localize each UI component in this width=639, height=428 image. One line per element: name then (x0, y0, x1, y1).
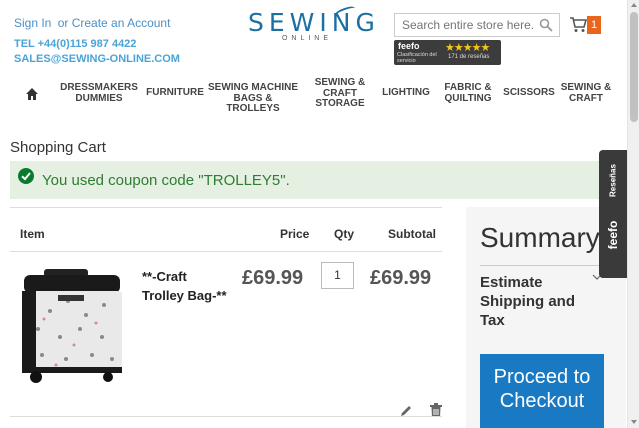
nav-item-scissors[interactable]: SCISSORS (502, 87, 556, 99)
success-message-text: You used coupon code "TROLLEY5". (42, 172, 290, 189)
rating-stars: ★★★★★ (445, 42, 490, 54)
minicart[interactable]: 1 (570, 14, 602, 36)
phone-number[interactable]: TEL +44(0)115 987 4422 (14, 37, 180, 52)
email-address[interactable]: SALES@SEWING-ONLINE.COM (14, 52, 180, 67)
column-header-subtotal: Subtotal (388, 227, 436, 241)
scroll-up-arrow[interactable] (631, 3, 637, 7)
feefo-rating-badge[interactable]: feefo Clasificación del servicio ★★★★★ 1… (394, 40, 501, 65)
sign-in-link[interactable]: Sign In (14, 16, 51, 30)
cart-count-badge: 1 (587, 16, 601, 34)
divider (10, 416, 442, 417)
vertical-scrollbar[interactable] (627, 0, 639, 428)
feefo-service-label: Clasificación del servicio (397, 52, 437, 64)
nav-item-machine-bags-trolleys[interactable]: SEWING MACHINE BAGS & TROLLEYS (206, 82, 300, 115)
nav-item-fabric-quilting[interactable]: FABRIC & QUILTING (440, 82, 496, 104)
review-count: 171 de reseñas (448, 54, 490, 60)
divider (480, 265, 614, 266)
home-icon[interactable] (26, 88, 38, 100)
search-input[interactable] (395, 14, 535, 36)
search-icon[interactable] (539, 18, 553, 32)
account-links: Sign In or Create an Account (14, 16, 170, 30)
product-image[interactable] (16, 267, 126, 385)
product-subtotal: £69.99 (370, 267, 432, 289)
nav-item-furniture[interactable]: FURNITURE (146, 87, 204, 99)
contact-info: TEL +44(0)115 987 4422 SALES@SEWING-ONLI… (14, 37, 180, 67)
nav-item-craft-storage[interactable]: SEWING & CRAFT STORAGE (310, 77, 370, 110)
scrollbar-thumb[interactable] (630, 12, 638, 122)
site-logo[interactable]: SEWING ONLINE (248, 4, 375, 42)
reviews-tab-label: Reseñas (608, 164, 618, 197)
nav-item-sewing-craft[interactable]: SEWING & CRAFT (558, 82, 614, 104)
product-name[interactable]: **-Craft Trolley Bag-** (142, 267, 232, 305)
check-circle-icon (18, 168, 34, 184)
scroll-down-arrow[interactable] (631, 420, 637, 424)
page-title: Shopping Cart (10, 139, 106, 156)
divider (10, 207, 442, 208)
create-account-link[interactable]: or Create an Account (58, 16, 171, 30)
column-header-qty: Qty (334, 227, 355, 241)
nav-item-dressmakers-dummies[interactable]: DRESSMAKERS DUMMIES (60, 82, 138, 104)
column-header-item: Item (20, 227, 45, 241)
divider (10, 251, 442, 252)
success-message: You used coupon code "TROLLEY5". (10, 161, 626, 199)
product-price: £69.99 (242, 267, 304, 289)
search-box (394, 13, 560, 37)
main-navigation: DRESSMAKERS DUMMIES FURNITURE SEWING MAC… (0, 77, 626, 115)
nav-item-lighting[interactable]: LIGHTING (380, 87, 432, 99)
trash-icon[interactable] (430, 403, 442, 417)
column-header-price: Price (280, 227, 310, 241)
estimate-shipping-toggle[interactable]: Estimate Shipping and Tax (480, 273, 580, 330)
summary-title: Summary (480, 222, 600, 253)
cart-icon (570, 17, 587, 32)
feefo-logo: feefo (398, 41, 420, 51)
proceed-to-checkout-button[interactable]: Proceed to Checkout (480, 354, 604, 428)
feefo-reviews-tab[interactable]: Reseñas feefo (599, 150, 627, 278)
feefo-tab-logo: feefo (606, 220, 620, 250)
quantity-input[interactable]: 1 (321, 262, 354, 289)
